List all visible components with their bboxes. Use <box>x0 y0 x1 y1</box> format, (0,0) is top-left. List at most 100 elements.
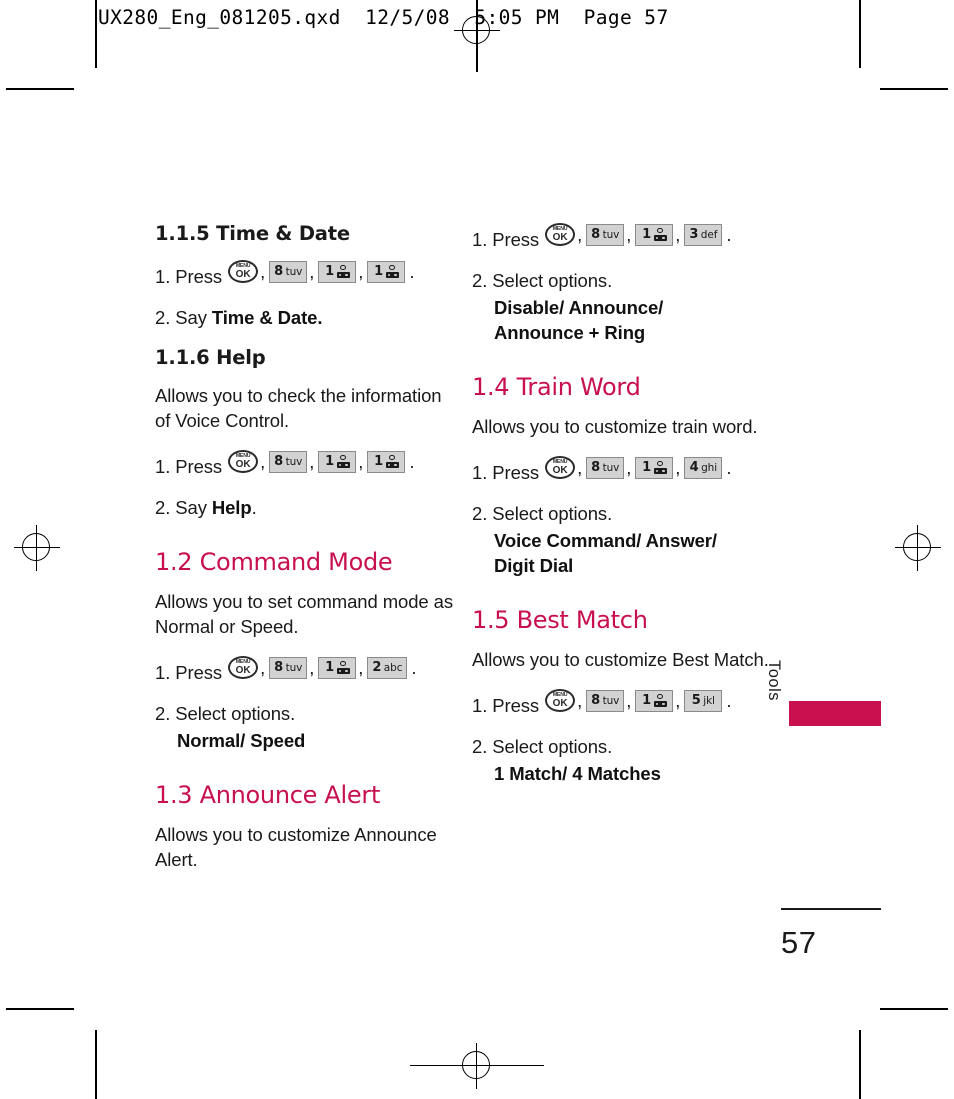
menu-ok-key-icon[interactable]: MENU OK <box>228 450 259 473</box>
key-sequence: MENU OK , 8 tuv , 1 , 4 ghi . <box>544 455 731 480</box>
heading-best-match: 1.5 Best Match <box>472 606 648 634</box>
step-label: 1. Press <box>155 456 223 477</box>
step-press-command-mode: 1. Press MENU OK , 8 tuv , 1 , 2 abc . <box>155 655 455 685</box>
separator-comma: , <box>260 451 266 472</box>
sentence-period: . <box>726 224 732 245</box>
manual-page: UX280_Eng_081205.qxd 12/5/08 5:05 PM Pag… <box>0 0 954 1099</box>
separator-comma: , <box>309 261 315 282</box>
step-label: 2. Select options. <box>472 503 613 524</box>
crop-mark-bottom-left-horizontal <box>6 1008 74 1010</box>
step-press-time-and-date: 1. Press MENU OK , 8 tuv , 1 , 1 . <box>155 259 455 289</box>
step-select-options-best-match: 2. Select options. <box>472 734 784 759</box>
menu-ok-key-icon[interactable]: MENU OK <box>228 260 259 283</box>
step-label: 2. Select options. <box>472 736 613 757</box>
key-sequence: MENU OK , 8 tuv , 1 , 1 . <box>227 259 414 284</box>
key-5-icon[interactable]: 5 jkl <box>684 689 723 712</box>
option-line: Digit Dial <box>494 555 574 576</box>
menu-ok-key-icon[interactable]: MENU OK <box>545 223 576 246</box>
step-label: 2. Select options. <box>155 703 296 724</box>
say-value: Time & Date. <box>211 307 323 328</box>
step-label: 1. Press <box>472 695 540 716</box>
step-label: 1. Press <box>472 462 540 483</box>
sentence-period: . <box>726 457 732 478</box>
fold-mark-bottom-center-horizontal <box>410 1065 544 1067</box>
key-1-icon[interactable]: 1 <box>318 450 357 473</box>
body-best-match: Allows you to customize Best Match. <box>472 649 769 670</box>
separator-comma: , <box>309 657 315 678</box>
thumb-tab-block <box>789 701 881 726</box>
separator-comma: , <box>626 690 632 711</box>
option-line: 1 Match/ 4 Matches <box>494 763 661 784</box>
step-label: 2. Select options. <box>472 270 613 291</box>
key-1-icon[interactable]: 1 <box>635 223 674 246</box>
step-press-train-word: 1. Press MENU OK , 8 tuv , 1 , 4 ghi . <box>472 455 784 485</box>
key-2-icon[interactable]: 2 abc <box>367 656 408 679</box>
sentence-period: . <box>409 261 415 282</box>
heading-time-and-date: 1.1.5 Time & Date <box>155 222 350 245</box>
step-select-options-command-mode: 2. Select options. <box>155 701 455 726</box>
menu-ok-key-icon[interactable]: MENU OK <box>545 689 576 712</box>
separator-comma: , <box>626 224 632 245</box>
key-1-icon[interactable]: 1 <box>635 689 674 712</box>
separator-comma: , <box>577 457 583 478</box>
voicemail-icon <box>653 693 667 708</box>
key-1-icon[interactable]: 1 <box>318 260 357 283</box>
step-label: 1. Press <box>155 662 223 683</box>
step-label: 2. Say <box>155 307 207 328</box>
separator-comma: , <box>626 457 632 478</box>
step-say-help: 2. Say Help. <box>155 495 455 520</box>
thumb-tab-label: Tools <box>765 660 783 702</box>
sentence-period: . <box>409 451 415 472</box>
crop-mark-bottom-right-horizontal <box>880 1008 948 1010</box>
crop-mark-bottom-left-vertical <box>95 1030 97 1099</box>
key-1-icon[interactable]: 1 <box>367 450 406 473</box>
voicemail-icon <box>336 660 350 675</box>
key-8-icon[interactable]: 8 tuv <box>269 656 308 679</box>
menu-ok-key-icon[interactable]: MENU OK <box>545 456 576 479</box>
body-help: Allows you to check the information of V… <box>155 385 442 431</box>
menu-ok-key-icon[interactable]: MENU OK <box>228 656 259 679</box>
step-label: 2. Say <box>155 497 207 518</box>
sentence-period: . <box>411 657 417 678</box>
voicemail-icon <box>653 460 667 475</box>
voicemail-icon <box>385 454 399 469</box>
step-select-options-announce-alert: 2. Select options. <box>472 268 784 293</box>
prepress-slug-line: UX280_Eng_081205.qxd 12/5/08 5:05 PM Pag… <box>98 6 669 29</box>
step-label: 1. Press <box>472 229 540 250</box>
key-1-icon[interactable]: 1 <box>367 260 406 283</box>
key-1-icon[interactable]: 1 <box>318 656 357 679</box>
heading-command-mode: 1.2 Command Mode <box>155 548 393 576</box>
option-line: Voice Command/ Answer/ <box>494 530 717 551</box>
step-press-help: 1. Press MENU OK , 8 tuv , 1 , 1 . <box>155 449 455 479</box>
step-select-options-train-word: 2. Select options. <box>472 501 784 526</box>
key-sequence: MENU OK , 8 tuv , 1 , 3 def . <box>544 222 731 247</box>
options-announce-alert: Disable/ Announce/ Announce + Ring <box>494 295 784 345</box>
option-line: Disable/ Announce/ <box>494 297 664 318</box>
separator-comma: , <box>309 451 315 472</box>
body-announce-alert: Allows you to customize Announce Alert. <box>155 824 437 870</box>
heading-train-word: 1.4 Train Word <box>472 373 641 401</box>
folio-rule <box>781 908 881 910</box>
key-3-icon[interactable]: 3 def <box>684 223 723 246</box>
key-8-icon[interactable]: 8 tuv <box>269 450 308 473</box>
key-8-icon[interactable]: 8 tuv <box>586 223 625 246</box>
key-4-icon[interactable]: 4 ghi <box>684 456 723 479</box>
say-value: Help <box>211 497 252 518</box>
voicemail-icon <box>336 264 350 279</box>
key-8-icon[interactable]: 8 tuv <box>586 689 625 712</box>
step-label: 1. Press <box>155 266 223 287</box>
separator-comma: , <box>675 457 681 478</box>
key-8-icon[interactable]: 8 tuv <box>269 260 308 283</box>
separator-comma: , <box>358 261 364 282</box>
key-1-icon[interactable]: 1 <box>635 456 674 479</box>
step-say-time-and-date: 2. Say Time & Date. <box>155 305 455 330</box>
separator-comma: , <box>675 224 681 245</box>
sentence-period: . <box>726 690 732 711</box>
sentence-period: . <box>251 497 257 518</box>
separator-comma: , <box>577 224 583 245</box>
heading-help: 1.1.6 Help <box>155 346 266 369</box>
options-train-word: Voice Command/ Answer/ Digit Dial <box>494 528 784 578</box>
key-8-icon[interactable]: 8 tuv <box>586 456 625 479</box>
heading-announce-alert: 1.3 Announce Alert <box>155 781 381 809</box>
crop-mark-top-right-horizontal <box>880 88 948 90</box>
